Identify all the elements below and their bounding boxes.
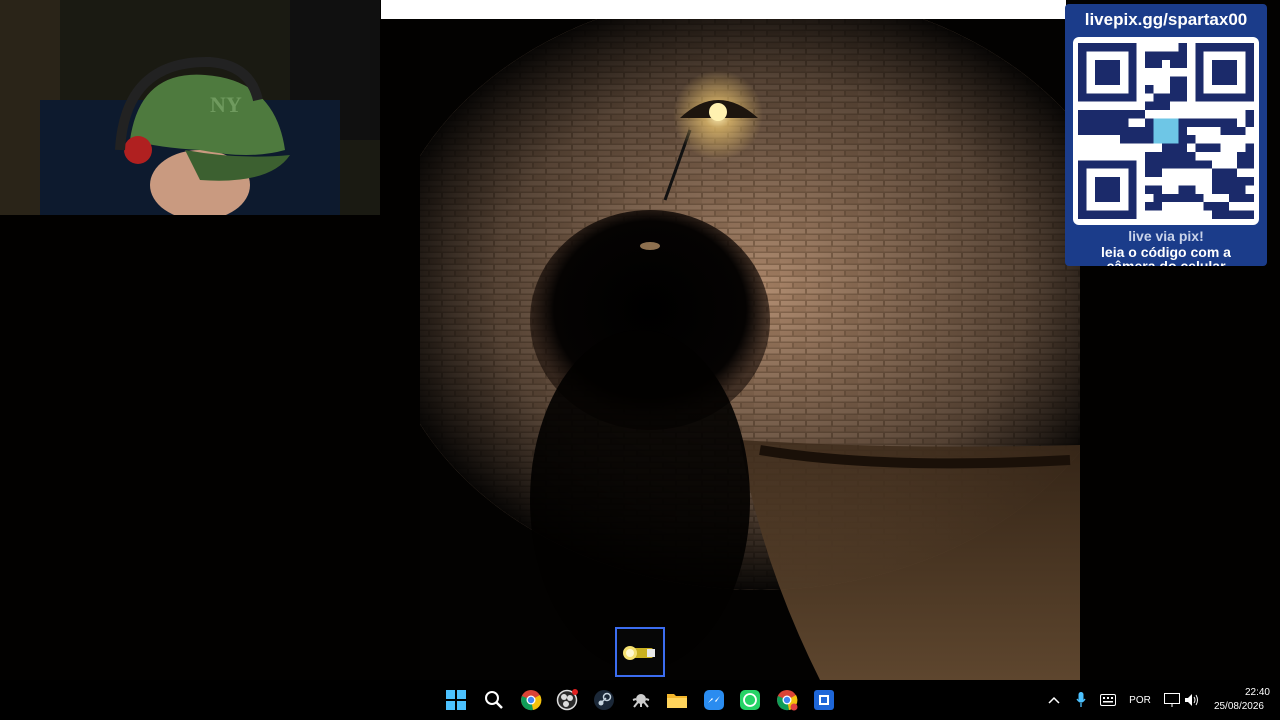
- qr-code: [1073, 37, 1259, 225]
- inventory-slot[interactable]: [615, 627, 665, 677]
- clock-date[interactable]: 25/08/2026: [1200, 701, 1264, 712]
- svg-text:NY: NY: [210, 92, 242, 117]
- search-icon[interactable]: [480, 686, 508, 714]
- steam-icon[interactable]: [590, 686, 618, 714]
- webcam-overlay: NY: [0, 0, 380, 215]
- network-icon[interactable]: [1162, 680, 1182, 720]
- messenger-icon[interactable]: [700, 686, 728, 714]
- language-indicator[interactable]: POR: [1124, 680, 1156, 720]
- file-explorer-icon[interactable]: [663, 686, 691, 714]
- windows-taskbar: POR: [0, 680, 1280, 720]
- game-app-icon[interactable]: [627, 686, 655, 714]
- whatsapp-icon[interactable]: [736, 686, 764, 714]
- pix-caption-1: live via pix!: [1128, 228, 1204, 244]
- volume-icon[interactable]: [1182, 680, 1202, 720]
- chrome-profile-icon[interactable]: [773, 686, 801, 714]
- microphone-icon[interactable]: [1072, 680, 1090, 720]
- livepix-url: livepix.gg/spartax00: [1084, 10, 1248, 29]
- tray-expand-chevron-icon[interactable]: [1046, 680, 1062, 720]
- clock-time[interactable]: 22:40: [1208, 687, 1270, 698]
- chrome-icon[interactable]: [517, 686, 545, 714]
- browser-strip: [381, 0, 1066, 19]
- pix-caption-3: câmera do celular: [1106, 258, 1226, 266]
- obs-icon[interactable]: [553, 686, 581, 714]
- livepix-widget: livepix.gg/spartax00 live via pix! leia …: [1065, 4, 1267, 266]
- flashlight-icon: [623, 646, 655, 660]
- game-window-icon[interactable]: [810, 686, 838, 714]
- start-icon[interactable]: [442, 686, 470, 714]
- keyboard-icon[interactable]: [1098, 680, 1118, 720]
